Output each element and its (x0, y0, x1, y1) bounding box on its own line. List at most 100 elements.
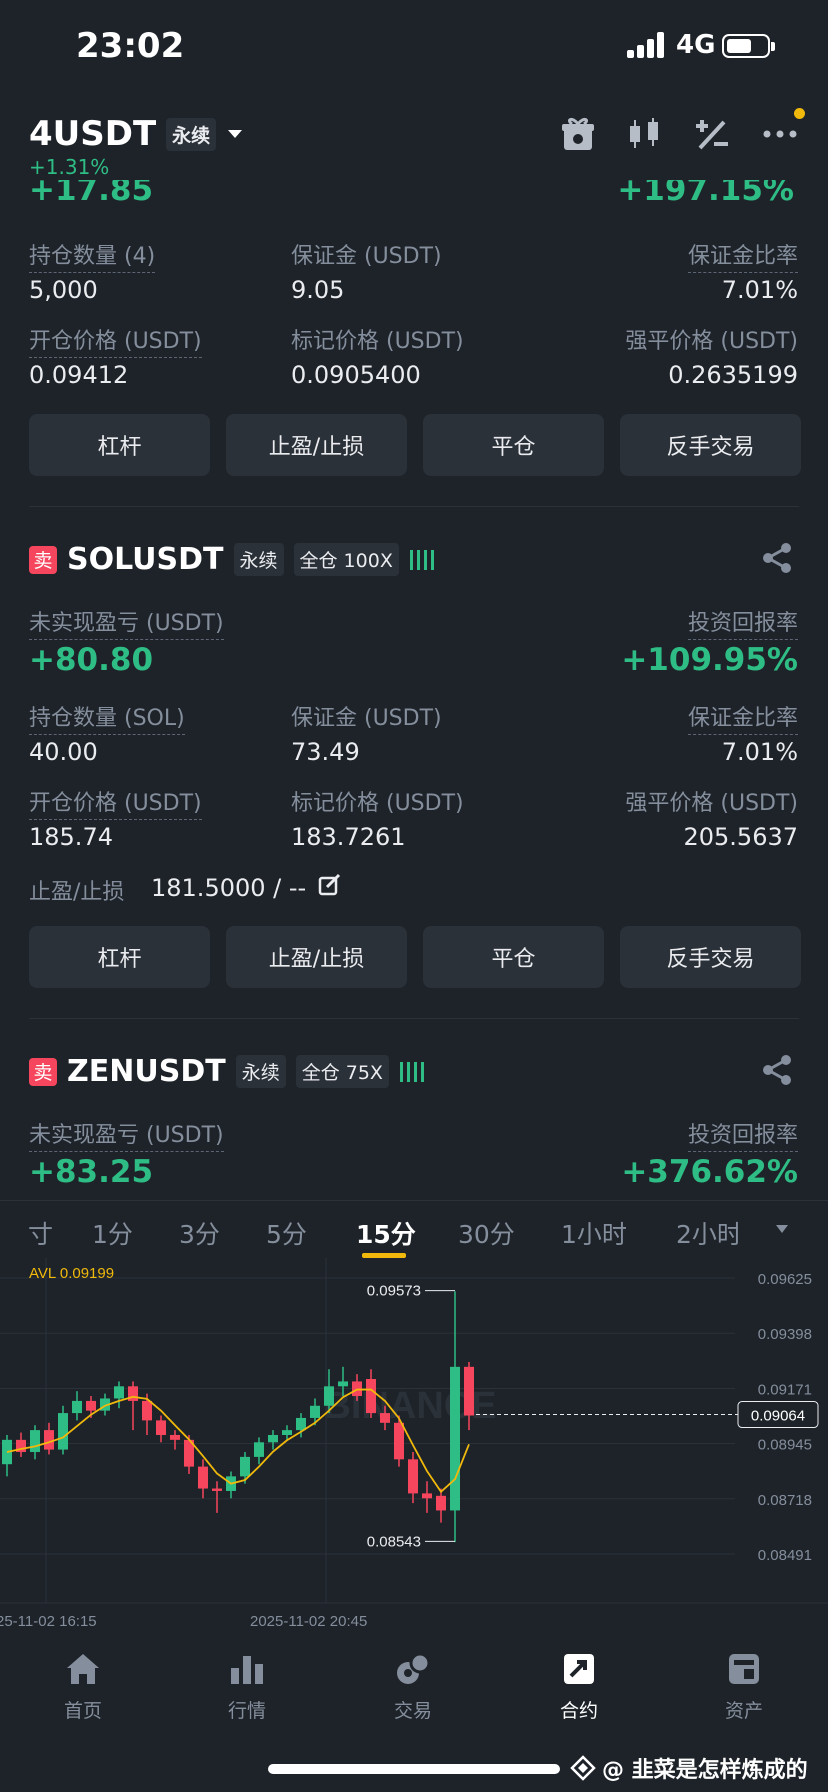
header-change: +1.31% (29, 155, 110, 179)
pos1-qty: 5,000 (29, 276, 98, 304)
pos2-side-badge: 卖 (29, 545, 57, 574)
candle-body (86, 1400, 96, 1411)
pos1-mark: 0.0905400 (291, 361, 421, 389)
tf-tab-4[interactable]: 15分 (356, 1215, 416, 1251)
trade-icon (397, 1652, 431, 1684)
candle-body (310, 1405, 320, 1418)
nav-home[interactable]: 首页 (33, 1652, 133, 1723)
header-symbol-text: 4USDT (29, 114, 157, 154)
pos1-liq: 0.2635199 (668, 361, 798, 389)
pos2-symbol[interactable]: SOLUSDT (67, 542, 224, 577)
current-price-label: 0.09064 (751, 1408, 805, 1425)
tf-tab-2[interactable]: 3分 (179, 1215, 220, 1251)
tf-tab-3[interactable]: 5分 (266, 1215, 307, 1251)
candle-body (44, 1430, 54, 1450)
pos1-liq-label: 强平价格 (USDT) (625, 329, 798, 354)
pos3-share-icon[interactable] (760, 1053, 794, 1087)
candle-body (198, 1466, 208, 1489)
nav-futures-label: 合约 (559, 1700, 598, 1722)
wallet-icon (729, 1654, 759, 1684)
candle-body (324, 1386, 334, 1406)
tf-tab-5[interactable]: 30分 (458, 1215, 515, 1251)
home-icon (67, 1654, 99, 1684)
candle-body (30, 1430, 40, 1453)
pos2-roe: +109.95% (621, 642, 798, 678)
signal-icon (627, 32, 665, 58)
pos2-qty-label: 持仓数量 (SOL) (29, 700, 185, 735)
pos3-pnl-label: 未实现盈亏 (USDT) (29, 1117, 224, 1152)
calculator-icon[interactable] (692, 114, 732, 154)
edit-icon[interactable] (318, 872, 342, 896)
network-type: 4G (676, 30, 716, 60)
pos1-close-button[interactable]: 平仓 (423, 414, 604, 476)
pos2-entry: 185.74 (29, 823, 113, 851)
divider (29, 506, 799, 507)
chart-indicator-label: AVL 0.09199 (29, 1265, 114, 1282)
nav-assets-label: 资产 (724, 1700, 763, 1722)
pos1-tpsl-button[interactable]: 止盈/止损 (226, 414, 407, 476)
tf-tab-0[interactable]: 寸 (28, 1215, 53, 1251)
tf-tab-7[interactable]: 2小时 (676, 1215, 738, 1251)
pos2-margin: 73.49 (291, 738, 360, 766)
y-tick-label: 0.08718 (758, 1492, 812, 1509)
candle-body (464, 1366, 474, 1416)
pos2-reverse-button[interactable]: 反手交易 (620, 926, 801, 988)
candle-body (422, 1493, 432, 1499)
candle-body (114, 1386, 124, 1399)
pos2-leverage-button[interactable]: 杠杆 (29, 926, 210, 988)
candle-body (450, 1366, 460, 1511)
nav-futures[interactable]: 合约 (529, 1652, 629, 1723)
x-tick-label: 25-11-02 16:15 (0, 1613, 97, 1630)
candle-body (338, 1381, 348, 1387)
pos2-tpsl-label: 止盈/止损 (29, 880, 125, 905)
header-symbol[interactable]: 4USDT 永续 (29, 114, 244, 154)
pos1-qty-label: 持仓数量 (4) (29, 238, 156, 273)
diamond-logo-icon (570, 1755, 596, 1781)
tf-dropdown-icon[interactable] (774, 1223, 790, 1235)
candle-body (366, 1379, 376, 1414)
price-chart[interactable]: BINANCE 0.095730.085430.09064 AVL 0.0919… (0, 1258, 828, 1633)
pos2-ratio-label: 保证金比率 (687, 700, 798, 735)
pos1-entry: 0.09412 (29, 361, 129, 389)
pos2-share-icon[interactable] (760, 541, 794, 575)
nav-home-label: 首页 (63, 1700, 102, 1722)
candle-body (58, 1413, 68, 1450)
pos2-pnl: +80.80 (29, 642, 154, 678)
pos3-header: 卖 ZENUSDT 永续 全仓 75X (29, 1054, 425, 1089)
pos2-margin-label: 保证金 (USDT) (291, 706, 442, 731)
more-icon[interactable] (760, 114, 800, 154)
pos3-symbol[interactable]: ZENUSDT (67, 1054, 226, 1089)
gift-icon[interactable] (558, 114, 598, 154)
candlestick-icon[interactable] (624, 114, 664, 154)
nav-markets[interactable]: 行情 (197, 1652, 297, 1723)
pos1-leverage-button[interactable]: 杠杆 (29, 414, 210, 476)
risk-bars-icon (399, 1061, 424, 1082)
notification-dot (794, 108, 805, 119)
futures-icon (564, 1654, 594, 1684)
nav-assets[interactable]: 资产 (694, 1652, 794, 1723)
author-watermark: @ 韭菜是怎样炼成的 (570, 1752, 808, 1784)
pos3-roe: +376.62% (621, 1154, 798, 1190)
dropdown-caret-icon[interactable] (226, 128, 244, 140)
pos2-close-button[interactable]: 平仓 (423, 926, 604, 988)
pos2-perp-tag: 永续 (233, 543, 284, 576)
author-watermark-text: @ 韭菜是怎样炼成的 (602, 1758, 808, 1783)
tf-tab-1[interactable]: 1分 (92, 1215, 133, 1251)
pos3-pnl: +83.25 (29, 1154, 154, 1190)
candle-body (156, 1420, 166, 1435)
home-indicator[interactable] (268, 1764, 560, 1774)
pos2-header: 卖 SOLUSDT 永续 全仓 100X (29, 542, 435, 577)
candle-body (394, 1422, 404, 1460)
pos1-reverse-button[interactable]: 反手交易 (620, 414, 801, 476)
pos2-pnl-label: 未实现盈亏 (USDT) (29, 605, 224, 640)
pos3-perp-tag: 永续 (235, 1055, 286, 1088)
tf-tab-6[interactable]: 1小时 (561, 1215, 627, 1251)
candle-body (212, 1488, 222, 1491)
pos2-tpsl-value: 181.5000 / -- (151, 874, 307, 902)
candle-body (170, 1434, 180, 1440)
nav-trade[interactable]: 交易 (363, 1652, 463, 1723)
pos2-tpsl-button[interactable]: 止盈/止损 (226, 926, 407, 988)
y-tick-label: 0.09171 (758, 1381, 812, 1398)
y-tick-label: 0.08945 (758, 1437, 812, 1454)
candle-body (380, 1413, 390, 1423)
